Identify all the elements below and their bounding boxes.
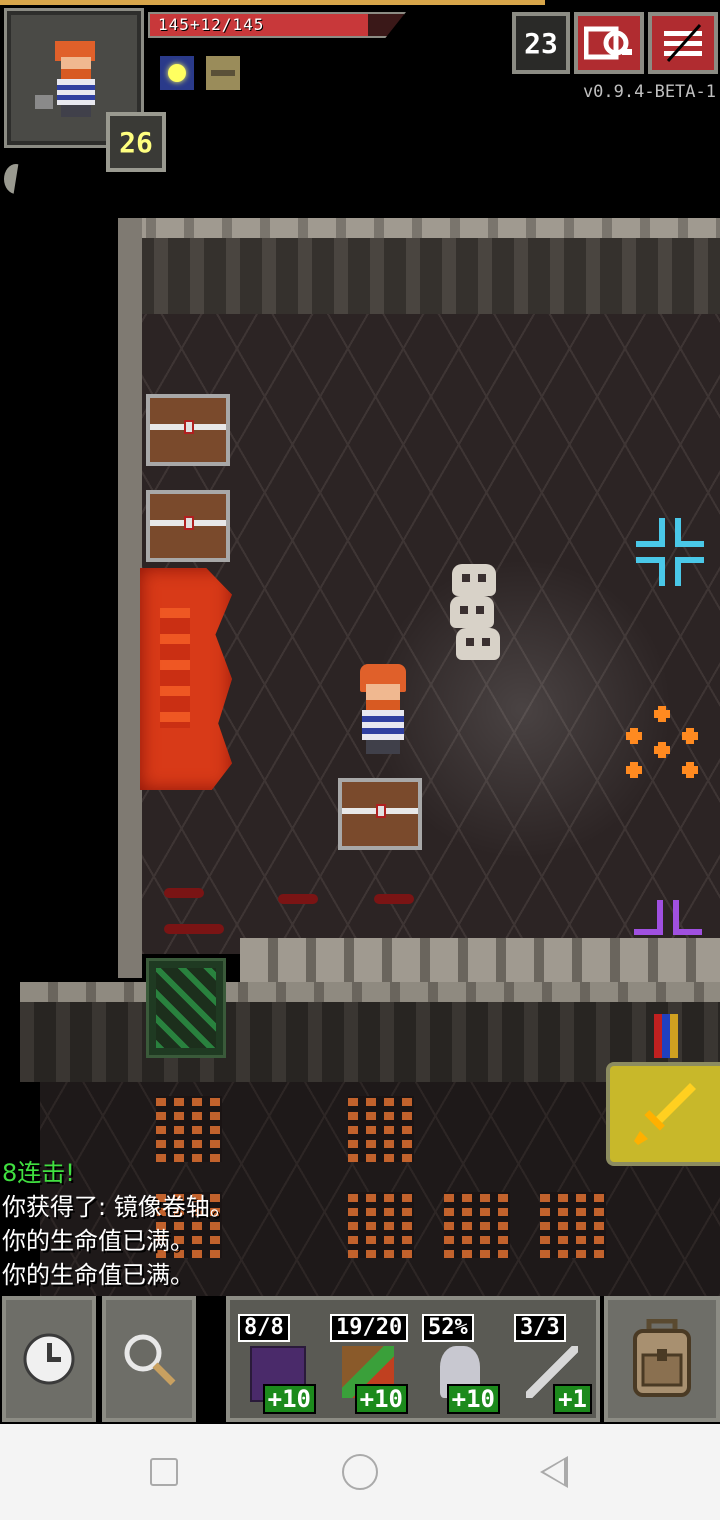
quickslot-charges: 19/20	[330, 1314, 409, 1342]
log-line: 8连击!	[2, 1159, 75, 1187]
xp-progress-strip	[0, 0, 545, 5]
log-line: 你的生命值已满。	[2, 1261, 194, 1289]
treasure-chest[interactable]	[146, 490, 230, 562]
room-wall-top	[118, 218, 720, 314]
recent-apps-icon[interactable]	[150, 1458, 178, 1486]
wall-banner	[654, 1014, 678, 1058]
quickslot-charges: 3/3	[514, 1314, 566, 1342]
back-icon[interactable]	[540, 1456, 568, 1488]
game-log: 8连击! 你获得了: 镜像卷轴。 你的生命值已满。 你的生命值已满。	[2, 1156, 562, 1292]
quickslot-level: +10	[354, 1384, 408, 1414]
quickslot[interactable]: 52% +10	[416, 1312, 502, 1416]
room-wall-bottom	[240, 938, 720, 982]
magnifier-icon	[124, 1334, 176, 1386]
quickslot-level: +10	[446, 1384, 500, 1414]
log-line: 你的生命值已满。	[2, 1227, 194, 1255]
fire-trap-icon[interactable]	[622, 706, 708, 786]
lava-pool[interactable]	[140, 568, 232, 790]
locked-door[interactable]	[146, 958, 226, 1058]
hunger-buff-icon[interactable]	[206, 56, 240, 90]
clock-icon	[23, 1333, 75, 1385]
quickslot-charges: 8/8	[238, 1314, 290, 1342]
treasure-chest[interactable]	[338, 778, 422, 850]
hp-text: 145+12/145	[158, 15, 265, 34]
quickslot-charges: 52%	[422, 1314, 474, 1342]
sword-icon	[634, 1083, 696, 1145]
log-line: 你获得了: 镜像卷轴。	[2, 1193, 234, 1221]
quickslot-level: +10	[262, 1384, 316, 1414]
quickslot[interactable]: 3/3 +1	[508, 1312, 594, 1416]
journal-icon	[584, 26, 632, 60]
treasure-chest[interactable]	[146, 394, 230, 466]
blood-stain	[164, 888, 204, 898]
search-button[interactable]	[102, 1296, 196, 1422]
room-wall-left	[118, 218, 142, 978]
floor-grate	[156, 1096, 222, 1162]
skeleton-remains[interactable]	[450, 562, 502, 662]
blood-stain	[278, 894, 318, 904]
quickslot[interactable]: 19/20 +10	[324, 1312, 410, 1416]
backpack-button[interactable]	[604, 1296, 720, 1422]
purple-trap-icon[interactable]	[630, 896, 706, 942]
menu-button[interactable]	[648, 12, 718, 74]
teleport-trap-icon[interactable]	[632, 514, 708, 590]
journal-button[interactable]	[574, 12, 644, 74]
wait-button[interactable]	[2, 1296, 96, 1422]
home-icon[interactable]	[342, 1454, 378, 1490]
backpack-icon	[633, 1319, 691, 1397]
attack-button[interactable]	[606, 1062, 720, 1166]
hp-bar: 145+12/145	[148, 12, 406, 38]
moon-phase-icon	[4, 164, 19, 194]
floor-grate	[348, 1096, 414, 1162]
menu-icon	[664, 24, 702, 62]
depth-indicator[interactable]: 23	[512, 12, 570, 74]
quickslot-level: +1	[553, 1384, 592, 1414]
hero-character[interactable]	[348, 664, 420, 754]
hero-level-badge: 26	[106, 112, 166, 172]
version-label: v0.9.4-BETA-1	[582, 82, 716, 102]
blood-stain	[374, 894, 414, 904]
light-buff-icon[interactable]	[160, 56, 194, 90]
quickslot[interactable]: 8/8 +10	[232, 1312, 318, 1416]
blood-stain	[164, 924, 224, 934]
